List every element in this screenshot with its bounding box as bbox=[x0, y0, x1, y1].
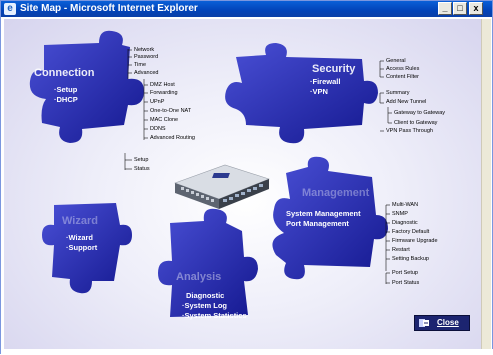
security-title: Security bbox=[312, 63, 356, 75]
sub-firmware-upgrade[interactable]: Firmware Upgrade bbox=[392, 238, 438, 245]
connection-title: Connection bbox=[34, 67, 95, 79]
sub-network[interactable]: Network bbox=[134, 47, 154, 54]
sub-restart[interactable]: Restart bbox=[392, 247, 410, 254]
link-diagnostic[interactable]: Diagnostic bbox=[186, 291, 224, 300]
ie-icon: e bbox=[4, 3, 16, 15]
sub-summary[interactable]: Summary bbox=[386, 90, 410, 97]
sub-gateway-to-gateway[interactable]: Gateway to Gateway bbox=[394, 110, 445, 117]
analysis-title: Analysis bbox=[176, 271, 222, 283]
sub-upnp[interactable]: UPnP bbox=[150, 99, 164, 106]
minimize-button[interactable]: _ bbox=[438, 2, 452, 15]
sub-diagnostic[interactable]: Diagnostic bbox=[392, 220, 418, 227]
sub-advanced-routing[interactable]: Advanced Routing bbox=[150, 135, 195, 142]
sub-port-status[interactable]: Port Status bbox=[392, 280, 419, 287]
link-system-log[interactable]: System Log bbox=[182, 301, 228, 310]
link-system-statistics[interactable]: System Statistics bbox=[182, 311, 247, 320]
close-door-icon bbox=[419, 319, 429, 327]
link-vpn[interactable]: VPN bbox=[310, 87, 328, 96]
sub-one-to-one-nat[interactable]: One-to-One NAT bbox=[150, 108, 191, 115]
sub-dhcp-status[interactable]: Status bbox=[134, 166, 150, 173]
connection-piece bbox=[29, 30, 144, 143]
wizard-title: Wizard bbox=[62, 215, 98, 227]
sub-password[interactable]: Password bbox=[134, 54, 158, 61]
site-map-content: Connection Setup DHCP Network Password T… bbox=[4, 19, 488, 349]
sub-access-rules[interactable]: Access Rules bbox=[386, 66, 419, 73]
window-title: Site Map - Microsoft Internet Explorer bbox=[20, 3, 198, 14]
sub-forwarding[interactable]: Forwarding bbox=[150, 90, 178, 97]
sub-client-to-gateway[interactable]: Client to Gateway bbox=[394, 120, 437, 127]
sub-port-setup[interactable]: Port Setup bbox=[392, 270, 418, 277]
link-wizard[interactable]: Wizard bbox=[66, 233, 94, 242]
sub-dmz-host[interactable]: DMZ Host bbox=[150, 82, 175, 89]
sub-content-filter[interactable]: Content Filter bbox=[386, 74, 419, 81]
maximize-button[interactable]: □ bbox=[453, 2, 467, 15]
sub-general[interactable]: General bbox=[386, 58, 406, 65]
window-bottom-edge bbox=[1, 349, 493, 355]
sub-ddns[interactable]: DDNS bbox=[150, 126, 166, 133]
security-piece bbox=[225, 43, 378, 144]
sub-multi-wan[interactable]: Multi-WAN bbox=[392, 202, 418, 209]
sub-mac-clone[interactable]: MAC Clone bbox=[150, 117, 178, 124]
sub-time[interactable]: Time bbox=[134, 62, 146, 69]
link-firewall[interactable]: Firewall bbox=[310, 77, 341, 86]
link-support[interactable]: Support bbox=[66, 243, 98, 252]
sub-snmp[interactable]: SNMP bbox=[392, 211, 408, 218]
management-title: Management bbox=[302, 187, 370, 199]
router-image bbox=[174, 164, 270, 209]
close-label: Close bbox=[437, 318, 459, 327]
sub-vpn-pass-through[interactable]: VPN Pass Through bbox=[386, 128, 433, 135]
close-button[interactable]: Close bbox=[414, 315, 470, 331]
link-port-management[interactable]: Port Management bbox=[286, 219, 349, 228]
sub-dhcp-setup[interactable]: Setup bbox=[134, 157, 148, 164]
scrollbar[interactable] bbox=[481, 19, 491, 349]
sub-factory-default[interactable]: Factory Default bbox=[392, 229, 429, 236]
link-dhcp[interactable]: DHCP bbox=[54, 95, 78, 104]
sub-setting-backup[interactable]: Setting Backup bbox=[392, 256, 429, 263]
ie-window: e Site Map - Microsoft Internet Explorer… bbox=[0, 0, 493, 355]
title-bar[interactable]: e Site Map - Microsoft Internet Explorer… bbox=[1, 1, 492, 17]
sub-add-new-tunnel[interactable]: Add New Tunnel bbox=[386, 99, 426, 106]
link-setup[interactable]: Setup bbox=[54, 85, 78, 94]
link-system-management[interactable]: System Management bbox=[286, 209, 361, 218]
close-window-button[interactable]: x bbox=[469, 2, 483, 15]
sub-advanced[interactable]: Advanced bbox=[134, 70, 158, 77]
